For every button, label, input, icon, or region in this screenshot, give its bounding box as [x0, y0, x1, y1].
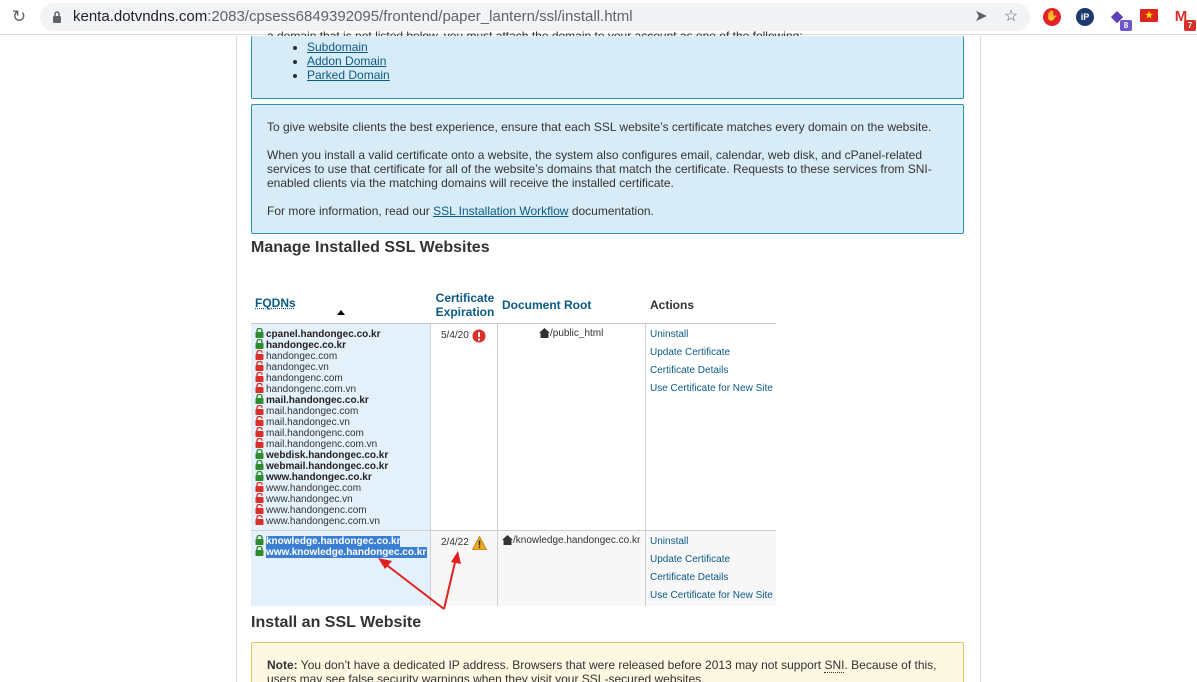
send-tab-icon[interactable]: ➤ — [972, 8, 990, 26]
fqdn-item: mail.handongec.co.kr — [255, 393, 369, 406]
insecure-lock-icon — [255, 437, 264, 448]
fqdn-item: knowledge.handongec.co.kr — [255, 534, 401, 547]
fqdn-item: www.handongec.com — [255, 481, 361, 494]
fqdn-item: mail.handongec.com — [255, 404, 358, 417]
extension-badge: 8 — [1120, 20, 1132, 31]
sni-info-para2: When you install a valid certificate ont… — [267, 148, 932, 190]
use-certificate-new-site-link[interactable]: Use Certificate for New Site — [650, 590, 773, 602]
secure-lock-icon — [255, 393, 264, 404]
gem-extension-icon[interactable]: ◆ 8 — [1108, 8, 1132, 31]
fqdn-item: mail.handongenc.com — [255, 426, 364, 439]
fqdn-item: webmail.handongec.co.kr — [255, 459, 388, 472]
uninstall-link[interactable]: Uninstall — [650, 329, 688, 341]
insecure-lock-icon — [255, 503, 264, 514]
fqdn-item: www.handongec.vn — [255, 492, 353, 505]
addon-domain-link[interactable]: Addon Domain — [307, 54, 386, 68]
reload-icon[interactable]: ↻ — [10, 8, 28, 26]
adblock-extension-icon[interactable]: ✋ — [1043, 8, 1061, 26]
parked-domain-link[interactable]: Parked Domain — [307, 68, 390, 82]
fqdn-item: handongenc.com.vn — [255, 382, 356, 395]
secure-lock-icon — [255, 470, 264, 481]
document-root-column-header[interactable]: Document Root — [502, 298, 591, 312]
fqdns-column-header[interactable]: FQDNs — [255, 296, 296, 310]
update-certificate-link[interactable]: Update Certificate — [650, 347, 730, 359]
insecure-lock-icon — [255, 415, 264, 426]
domain-types-callout: a domain that is not listed below, you m… — [251, 29, 964, 99]
fqdn-item: www.handongenc.com.vn — [255, 514, 380, 527]
certificate-details-link[interactable]: Certificate Details — [650, 572, 728, 584]
address-bar[interactable]: kenta.dotvndns.com:2083/cpsess6849392095… — [40, 3, 1030, 31]
home-icon — [502, 535, 513, 545]
secure-lock-icon — [255, 534, 264, 545]
secure-lock-icon — [255, 448, 264, 459]
fqdn-item: www.handongenc.com — [255, 503, 367, 516]
document-root: /public_html — [550, 328, 604, 339]
list-item: Parked Domain — [307, 68, 390, 82]
actions-column-header: Actions — [650, 298, 695, 312]
expiration-date: 2/4/22 — [441, 537, 469, 548]
note-label: Note: — [267, 658, 298, 672]
insecure-lock-icon — [255, 382, 264, 393]
sni-info-callout: To give website clients the best experie… — [251, 104, 964, 234]
domain-types-list: Subdomain Addon Domain Parked Domain — [307, 40, 390, 82]
expiration-date: 5/4/20 — [441, 330, 469, 341]
ssl-installation-workflow-link[interactable]: SSL Installation Workflow — [433, 204, 568, 218]
insecure-lock-icon — [255, 404, 264, 415]
fqdn-item: handongenc.com — [255, 371, 343, 384]
fqdn-item: cpanel.handongec.co.kr — [255, 327, 380, 340]
ip-extension-icon[interactable]: iP — [1076, 8, 1094, 26]
sni-abbr: SNI — [824, 658, 845, 673]
gmail-extension-icon[interactable]: M7 — [1172, 8, 1196, 31]
insecure-lock-icon — [255, 360, 264, 371]
insecure-lock-icon — [255, 426, 264, 437]
cert-expiration-column-header[interactable]: Certificate Expiration — [435, 291, 495, 319]
fqdn-name: www.handongenc.com.vn — [266, 516, 380, 527]
certificate-details-link[interactable]: Certificate Details — [650, 365, 728, 377]
fqdn-item: webdisk.handongec.co.kr — [255, 448, 388, 461]
fqdn-item: mail.handongec.vn — [255, 415, 350, 428]
fqdn-item: www.handongec.co.kr — [255, 470, 372, 483]
sni-info-para3: For more information, read our SSL Insta… — [267, 204, 654, 218]
secure-lock-icon — [255, 338, 264, 349]
secure-lock-icon — [255, 545, 264, 556]
secure-lock-icon — [255, 459, 264, 470]
fqdn-item: www.knowledge.handongec.co.kr — [255, 545, 428, 558]
subdomain-link[interactable]: Subdomain — [307, 40, 368, 54]
extension-badge: 7 — [1184, 20, 1196, 31]
dedicated-ip-note: Note: You don’t have a dedicated IP addr… — [251, 642, 964, 682]
domain-types-text: a domain that is not listed below, you m… — [267, 29, 803, 36]
fqdn-name: www.knowledge.handongec.co.kr — [266, 547, 428, 558]
sni-info-para1: To give website clients the best experie… — [267, 120, 932, 134]
lock-icon — [53, 11, 61, 23]
insecure-lock-icon — [255, 349, 264, 360]
vietnam-flag-icon[interactable]: ★ — [1140, 9, 1158, 22]
list-item: Addon Domain — [307, 54, 390, 68]
secure-lock-icon — [255, 327, 264, 338]
fqdn-item: handongec.co.kr — [255, 338, 346, 351]
use-certificate-new-site-link[interactable]: Use Certificate for New Site — [650, 383, 773, 395]
warning-icon — [472, 536, 487, 550]
update-certificate-link[interactable]: Update Certificate — [650, 554, 730, 566]
insecure-lock-icon — [255, 481, 264, 492]
insecure-lock-icon — [255, 371, 264, 382]
fqdn-item: handongec.com — [255, 349, 337, 362]
fqdn-item: mail.handongenc.com.vn — [255, 437, 377, 450]
home-icon — [539, 328, 550, 338]
bookmark-star-icon[interactable]: ☆ — [1002, 8, 1020, 26]
error-icon — [472, 329, 486, 343]
document-root: /knowledge.handongec.co.kr — [513, 535, 641, 546]
insecure-lock-icon — [255, 514, 264, 525]
url-text: kenta.dotvndns.com:2083/cpsess6849392095… — [73, 8, 633, 25]
list-item: Subdomain — [307, 40, 390, 54]
uninstall-link[interactable]: Uninstall — [650, 536, 688, 548]
insecure-lock-icon — [255, 492, 264, 503]
install-ssl-title: Install an SSL Website — [251, 614, 422, 631]
manage-ssl-title: Manage Installed SSL Websites — [251, 239, 490, 256]
fqdn-item: handongec.vn — [255, 360, 329, 373]
sort-ascending-icon — [337, 310, 345, 315]
